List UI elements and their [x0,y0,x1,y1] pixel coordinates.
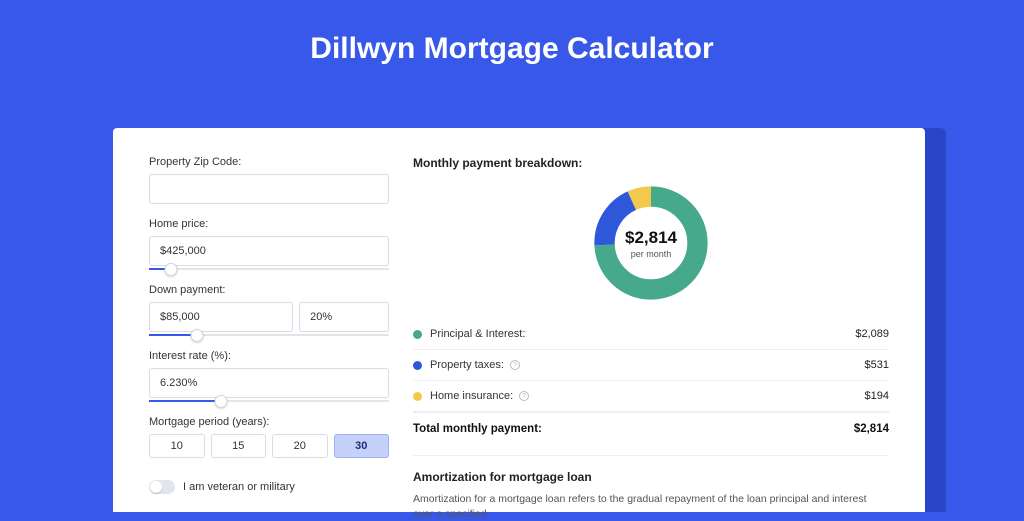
legend-dot [413,330,422,339]
legend-dot [413,392,422,401]
interest-field-group: Interest rate (%): [149,350,389,402]
inputs-column: Property Zip Code: Home price: Down paym… [149,156,389,512]
legend: Principal & Interest: $2,089 Property ta… [413,318,889,445]
zip-field-group: Property Zip Code: [149,156,389,204]
home-price-input[interactable] [149,236,389,266]
legend-value: $194 [865,390,889,402]
home-price-slider[interactable] [149,268,389,270]
legend-label: Home insurance: ? [430,390,865,402]
info-icon[interactable]: ? [519,391,529,401]
interest-label: Interest rate (%): [149,350,389,362]
donut-amount: $2,814 [625,228,677,248]
period-option-20[interactable]: 20 [272,434,328,458]
home-price-field-group: Home price: [149,218,389,270]
interest-input[interactable] [149,368,389,398]
legend-row-taxes: Property taxes: ? $531 [413,350,889,381]
donut-sub: per month [631,249,672,259]
down-payment-amount-input[interactable] [149,302,293,332]
legend-row-principal: Principal & Interest: $2,089 [413,319,889,350]
period-option-30[interactable]: 30 [334,434,390,458]
legend-value: $531 [865,359,889,371]
breakdown-column: Monthly payment breakdown: $2,814 per mo… [413,156,889,512]
legend-label: Property taxes: ? [430,359,865,371]
period-options: 10 15 20 30 [149,434,389,458]
slider-thumb[interactable] [164,263,177,276]
amortization-title: Amortization for mortgage loan [413,470,889,484]
donut-center: $2,814 per month [590,182,712,304]
veteran-toggle-row: I am veteran or military [149,480,389,494]
calculator-card: Property Zip Code: Home price: Down paym… [113,128,925,512]
down-payment-slider[interactable] [149,334,389,336]
interest-slider[interactable] [149,400,389,402]
toggle-knob [150,481,162,493]
total-label: Total monthly payment: [413,423,854,435]
page-title: Dillwyn Mortgage Calculator [0,0,1024,84]
legend-label: Principal & Interest: [430,328,855,340]
total-value: $2,814 [854,423,889,435]
donut-chart: $2,814 per month [590,182,712,304]
down-payment-pct-input[interactable] [299,302,389,332]
legend-dot [413,361,422,370]
period-label: Mortgage period (years): [149,416,389,428]
amortization-text: Amortization for a mortgage loan refers … [413,492,889,521]
slider-thumb[interactable] [191,329,204,342]
period-option-10[interactable]: 10 [149,434,205,458]
total-row: Total monthly payment: $2,814 [413,412,889,445]
amortization-block: Amortization for mortgage loan Amortizat… [413,455,889,521]
donut-chart-wrap: $2,814 per month [413,178,889,318]
period-option-15[interactable]: 15 [211,434,267,458]
veteran-toggle[interactable] [149,480,175,494]
breakdown-title: Monthly payment breakdown: [413,156,889,170]
info-icon[interactable]: ? [510,360,520,370]
zip-label: Property Zip Code: [149,156,389,168]
legend-value: $2,089 [855,328,889,340]
slider-thumb[interactable] [215,395,228,408]
zip-input[interactable] [149,174,389,204]
period-field-group: Mortgage period (years): 10 15 20 30 [149,416,389,458]
home-price-label: Home price: [149,218,389,230]
legend-row-insurance: Home insurance: ? $194 [413,381,889,412]
down-payment-label: Down payment: [149,284,389,296]
down-payment-field-group: Down payment: [149,284,389,336]
veteran-label: I am veteran or military [183,481,295,493]
